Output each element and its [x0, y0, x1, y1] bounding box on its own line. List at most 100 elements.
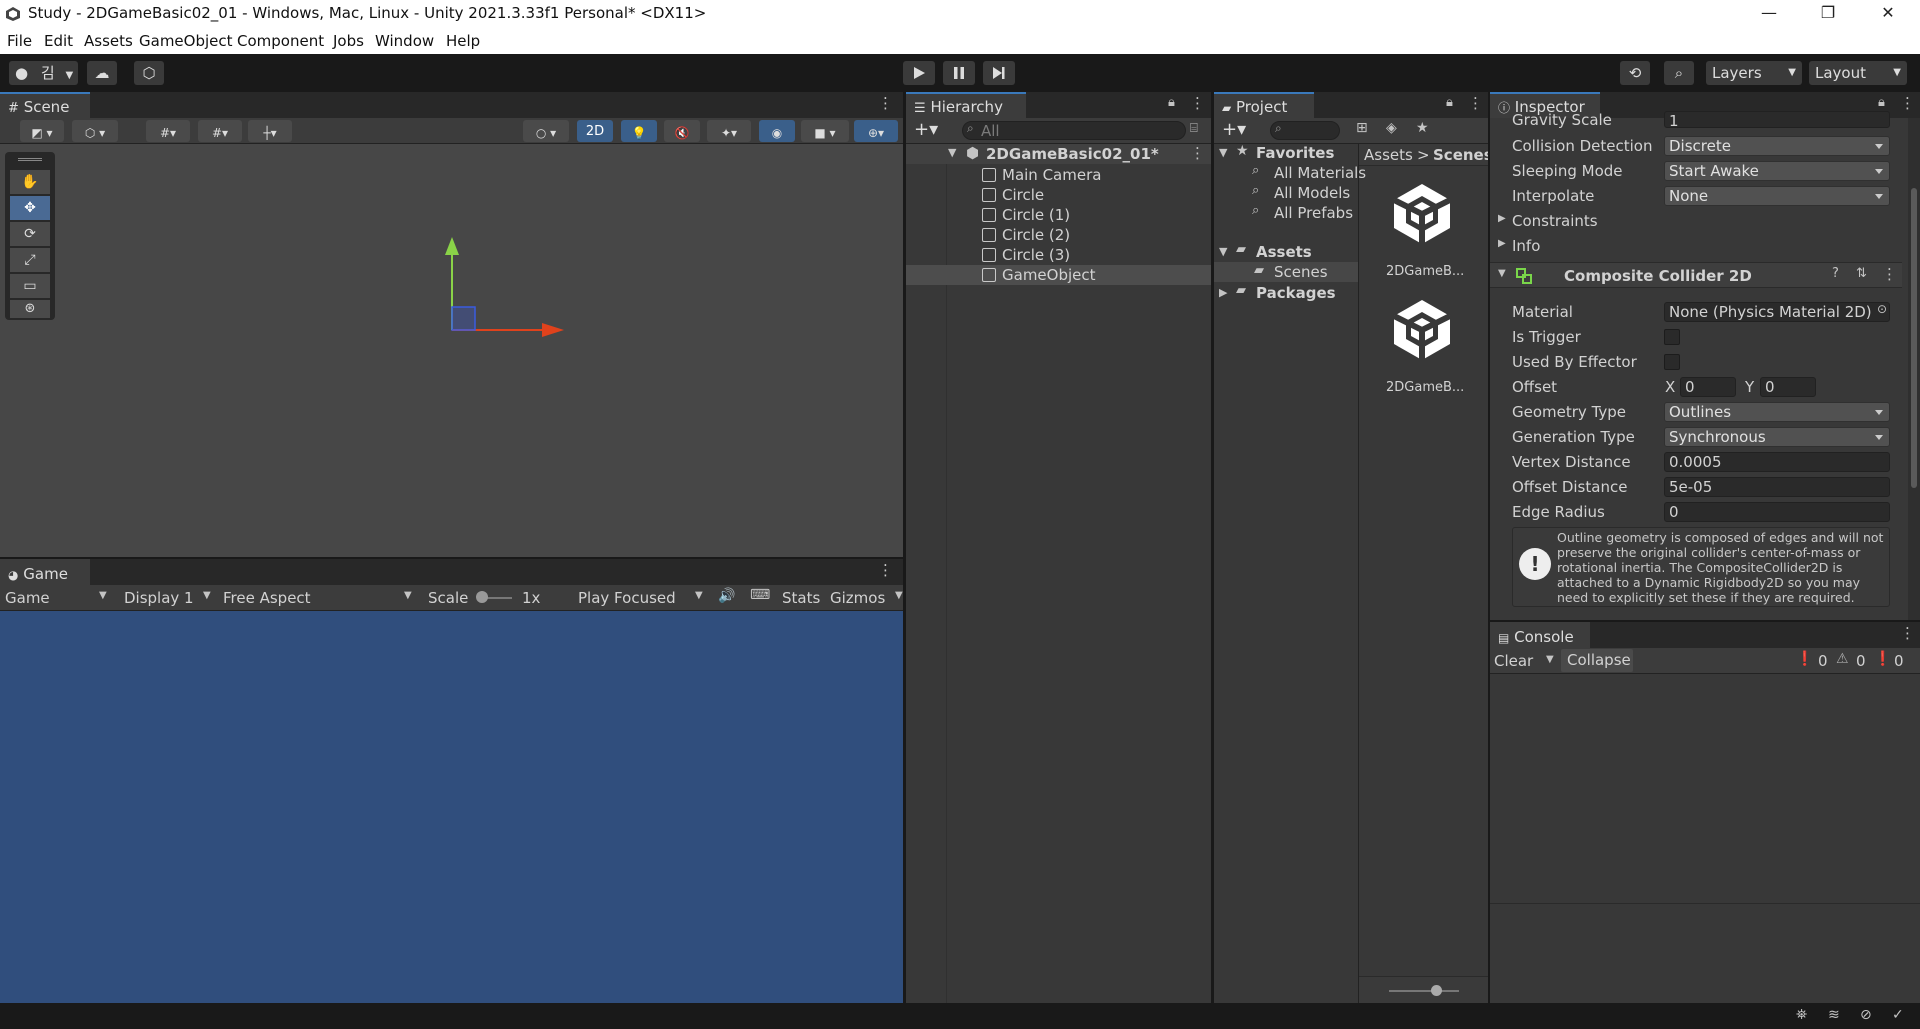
list-item[interactable]: Circle (2)	[982, 225, 1070, 245]
check-icon[interactable]: ✓	[1892, 1007, 1904, 1023]
scale-tool-button[interactable]: ⤢	[10, 248, 50, 272]
auto-generate-icon[interactable]: ⊘	[1860, 1007, 1872, 1023]
list-item[interactable]: Circle (1)	[982, 205, 1070, 225]
stats-button[interactable]: Stats	[782, 588, 820, 608]
file-label[interactable]: 2DGameB...	[1386, 262, 1464, 282]
scrollbar-thumb[interactable]	[1911, 188, 1917, 488]
menu-file[interactable]: File	[7, 32, 32, 50]
sleeping-mode-dropdown[interactable]: Start Awake	[1664, 161, 1890, 181]
unity-scene-file-icon[interactable]	[1390, 298, 1454, 362]
tab-console[interactable]: ▤ Console	[1490, 622, 1590, 648]
search-by-type-icon[interactable]: ⊞	[1356, 120, 1368, 136]
lighting-toggle-button[interactable]: 💡	[621, 120, 657, 142]
drag-handle-icon[interactable]	[18, 158, 42, 161]
vertex-distance-field[interactable]: 0.0005	[1664, 452, 1890, 472]
scale-slider-thumb[interactable]	[476, 591, 488, 603]
list-item[interactable]: Circle (3)	[982, 245, 1070, 265]
camera-button[interactable]: ■ ▾	[801, 120, 849, 142]
step-button[interactable]	[983, 61, 1015, 85]
collapse-arrow-icon[interactable]: ▶	[1498, 238, 1506, 249]
account-button[interactable]: ● 김 ▼	[9, 61, 78, 85]
grid-snap-button[interactable]: #▾	[146, 120, 190, 142]
console-splitter[interactable]	[1490, 903, 1920, 904]
list-item[interactable]: Main Camera	[982, 165, 1101, 185]
effects-button[interactable]: ✦▾	[707, 120, 751, 142]
offset-y-field[interactable]: 0	[1760, 377, 1816, 397]
more-icon[interactable]: ⋮	[1882, 265, 1897, 283]
move-tool-button[interactable]: ✥	[10, 196, 50, 220]
interpolate-dropdown[interactable]: None	[1664, 186, 1890, 206]
visibility-toggle-button[interactable]: ◉	[759, 120, 795, 142]
history-button[interactable]: ⟲	[1620, 61, 1650, 85]
gizmos-toggle-button[interactable]: ⊕▾	[854, 120, 898, 142]
inspector-scrollbar[interactable]	[1908, 118, 1920, 620]
chevron-down-icon[interactable]: ▼	[1546, 654, 1554, 665]
menu-assets[interactable]: Assets	[84, 32, 133, 50]
offset-distance-field[interactable]: 5e-05	[1664, 477, 1890, 497]
file-label[interactable]: 2DGameB...	[1386, 378, 1464, 398]
info-foldout[interactable]: Info	[1512, 236, 1540, 256]
scenes-folder-row[interactable]: ▰ Scenes	[1214, 262, 1358, 282]
favorite-all-prefabs[interactable]: All Prefabs	[1274, 203, 1353, 223]
is-trigger-checkbox[interactable]	[1664, 329, 1680, 345]
error-count[interactable]: 0	[1894, 651, 1904, 671]
more-icon[interactable]: ⋮	[878, 94, 893, 112]
add-icon[interactable]: +▾	[914, 119, 938, 140]
zoom-slider-track[interactable]	[1389, 990, 1459, 992]
add-icon[interactable]: +▾	[1222, 119, 1246, 140]
list-item[interactable]: Circle	[982, 185, 1044, 205]
play-mode-select[interactable]: Play Focused	[578, 588, 676, 608]
game-view-select[interactable]: Game	[5, 588, 50, 608]
move-gizmo[interactable]	[440, 235, 570, 345]
list-item-selected[interactable]: GameObject	[906, 265, 1211, 285]
rotate-tool-button[interactable]: ⟳	[10, 222, 50, 246]
lock-icon[interactable]: 🔒︎	[1446, 95, 1453, 110]
maximize-button[interactable]: ❐	[1800, 0, 1856, 28]
favorites-label[interactable]: Favorites	[1256, 143, 1334, 163]
breadcrumb-assets[interactable]: Assets	[1364, 145, 1413, 165]
lock-icon[interactable]: 🔒︎	[1168, 95, 1175, 110]
cloud-button[interactable]: ☁	[87, 61, 117, 85]
transform-tool-button[interactable]: ⊛	[10, 300, 50, 318]
ruler-button[interactable]: ┼▾	[248, 120, 292, 142]
expand-arrow-icon[interactable]: ▼	[948, 146, 956, 159]
more-icon[interactable]: ⋮	[1900, 94, 1915, 112]
clear-button[interactable]: Clear	[1494, 651, 1533, 671]
more-icon[interactable]: ⋮	[1190, 144, 1205, 162]
breadcrumb-scenes[interactable]: Scenes	[1433, 145, 1488, 165]
generation-type-dropdown[interactable]: Synchronous	[1664, 427, 1890, 447]
expand-arrow-icon[interactable]: ▼	[1219, 146, 1227, 159]
packages-folder[interactable]: Packages	[1256, 283, 1336, 303]
debugger-icon[interactable]: ⛯	[1796, 1007, 1807, 1023]
aspect-select[interactable]: Free Aspect	[223, 588, 311, 608]
more-icon[interactable]: ⋮	[1468, 94, 1483, 112]
menu-help[interactable]: Help	[446, 32, 480, 50]
used-by-effector-checkbox[interactable]	[1664, 354, 1680, 370]
search-button[interactable]: ⌕	[1664, 61, 1694, 85]
rect-tool-button[interactable]: ▭	[10, 274, 50, 298]
close-button[interactable]: ✕	[1860, 0, 1916, 28]
layout-dropdown[interactable]: Layout ▼	[1809, 61, 1907, 85]
warning-count[interactable]: 0	[1856, 651, 1866, 671]
tab-hierarchy[interactable]: ☰ Hierarchy	[906, 92, 1026, 118]
gravity-scale-field[interactable]: 1	[1664, 111, 1890, 128]
expand-arrow-icon[interactable]: ▼	[1498, 268, 1506, 279]
menu-gameobject[interactable]: GameObject	[139, 32, 233, 50]
menu-window[interactable]: Window	[375, 32, 434, 50]
hierarchy-search-input[interactable]: All	[962, 121, 1186, 140]
offset-x-field[interactable]: 0	[1680, 377, 1736, 397]
more-icon[interactable]: ⋮	[878, 561, 893, 579]
constraints-foldout[interactable]: Constraints	[1512, 211, 1598, 231]
keyboard-icon[interactable]: ⌨	[750, 587, 770, 603]
minimize-button[interactable]: —	[1741, 0, 1797, 28]
log-count[interactable]: 0	[1818, 651, 1828, 671]
favorite-all-models[interactable]: All Models	[1274, 183, 1350, 203]
collapse-arrow-icon[interactable]: ▶	[1498, 213, 1506, 224]
tab-project[interactable]: ▰ Project	[1214, 92, 1314, 118]
menu-edit[interactable]: Edit	[44, 32, 73, 50]
label-icon[interactable]: ◈	[1386, 120, 1397, 136]
collision-detection-dropdown[interactable]: Discrete	[1664, 136, 1890, 156]
collapse-toggle[interactable]: Collapse	[1561, 649, 1633, 672]
composite-collider-header[interactable]: ▼ Composite Collider 2D ? ⇅ ⋮	[1490, 262, 1902, 288]
geometry-type-dropdown[interactable]: Outlines	[1664, 402, 1890, 422]
